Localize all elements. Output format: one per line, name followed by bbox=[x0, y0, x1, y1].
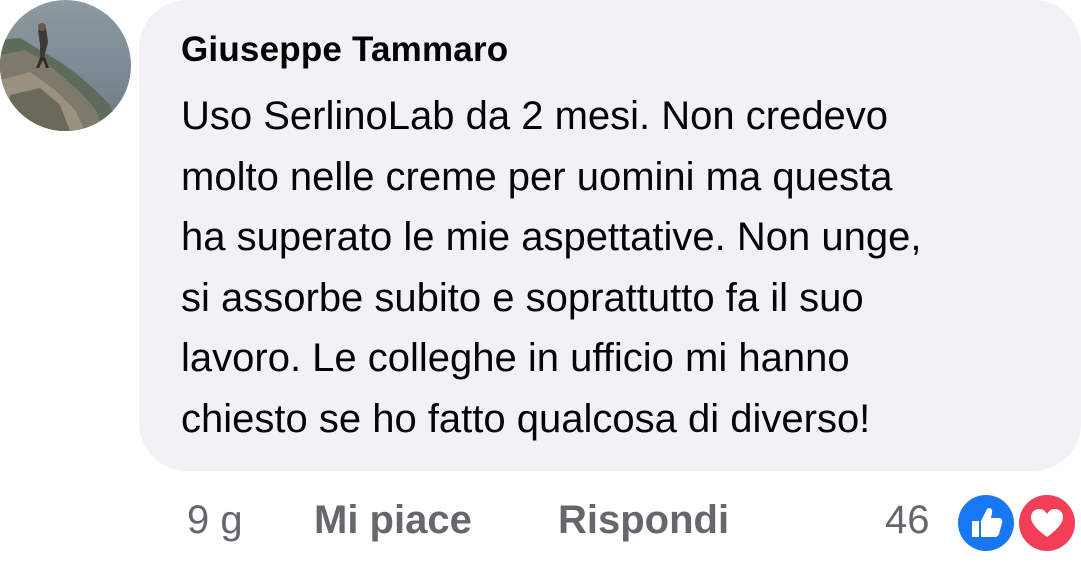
like-button[interactable]: Mi piace bbox=[314, 498, 472, 543]
comment: Giuseppe Tammaro Uso SerlinoLab da 2 mes… bbox=[0, 0, 1081, 562]
comment-text-line: si assorbe subito e soprattutto fa il su… bbox=[181, 275, 864, 320]
like-icon bbox=[955, 492, 1017, 554]
comment-text: Uso SerlinoLab da 2 mesi. Non credevo mo… bbox=[181, 86, 1061, 449]
comment-text-line: molto nelle creme per uomini ma questa bbox=[181, 154, 893, 199]
love-icon bbox=[1016, 492, 1078, 554]
comment-text-line: lavoro. Le colleghe in ufficio mi hanno bbox=[181, 336, 850, 380]
reactions-summary[interactable]: 46 bbox=[885, 490, 1081, 554]
comment-author[interactable]: Giuseppe Tammaro bbox=[181, 30, 508, 70]
comment-text-line: ha superato le mie aspettative. Non unge… bbox=[181, 215, 922, 259]
comment-actions: 9 g Mi piace Rispondi 46 bbox=[0, 490, 1081, 554]
comment-text-line: chiesto se ho fatto qualcosa di diverso! bbox=[181, 396, 871, 441]
comment-text-line: Uso SerlinoLab da 2 mesi. Non credevo bbox=[181, 94, 889, 138]
reply-button[interactable]: Rispondi bbox=[558, 498, 729, 543]
reaction-count: 46 bbox=[885, 498, 930, 542]
avatar-photo bbox=[0, 0, 131, 131]
comment-timestamp[interactable]: 9 g bbox=[187, 498, 243, 543]
comment-bubble: Giuseppe Tammaro Uso SerlinoLab da 2 mes… bbox=[139, 0, 1081, 471]
avatar[interactable] bbox=[0, 0, 131, 131]
